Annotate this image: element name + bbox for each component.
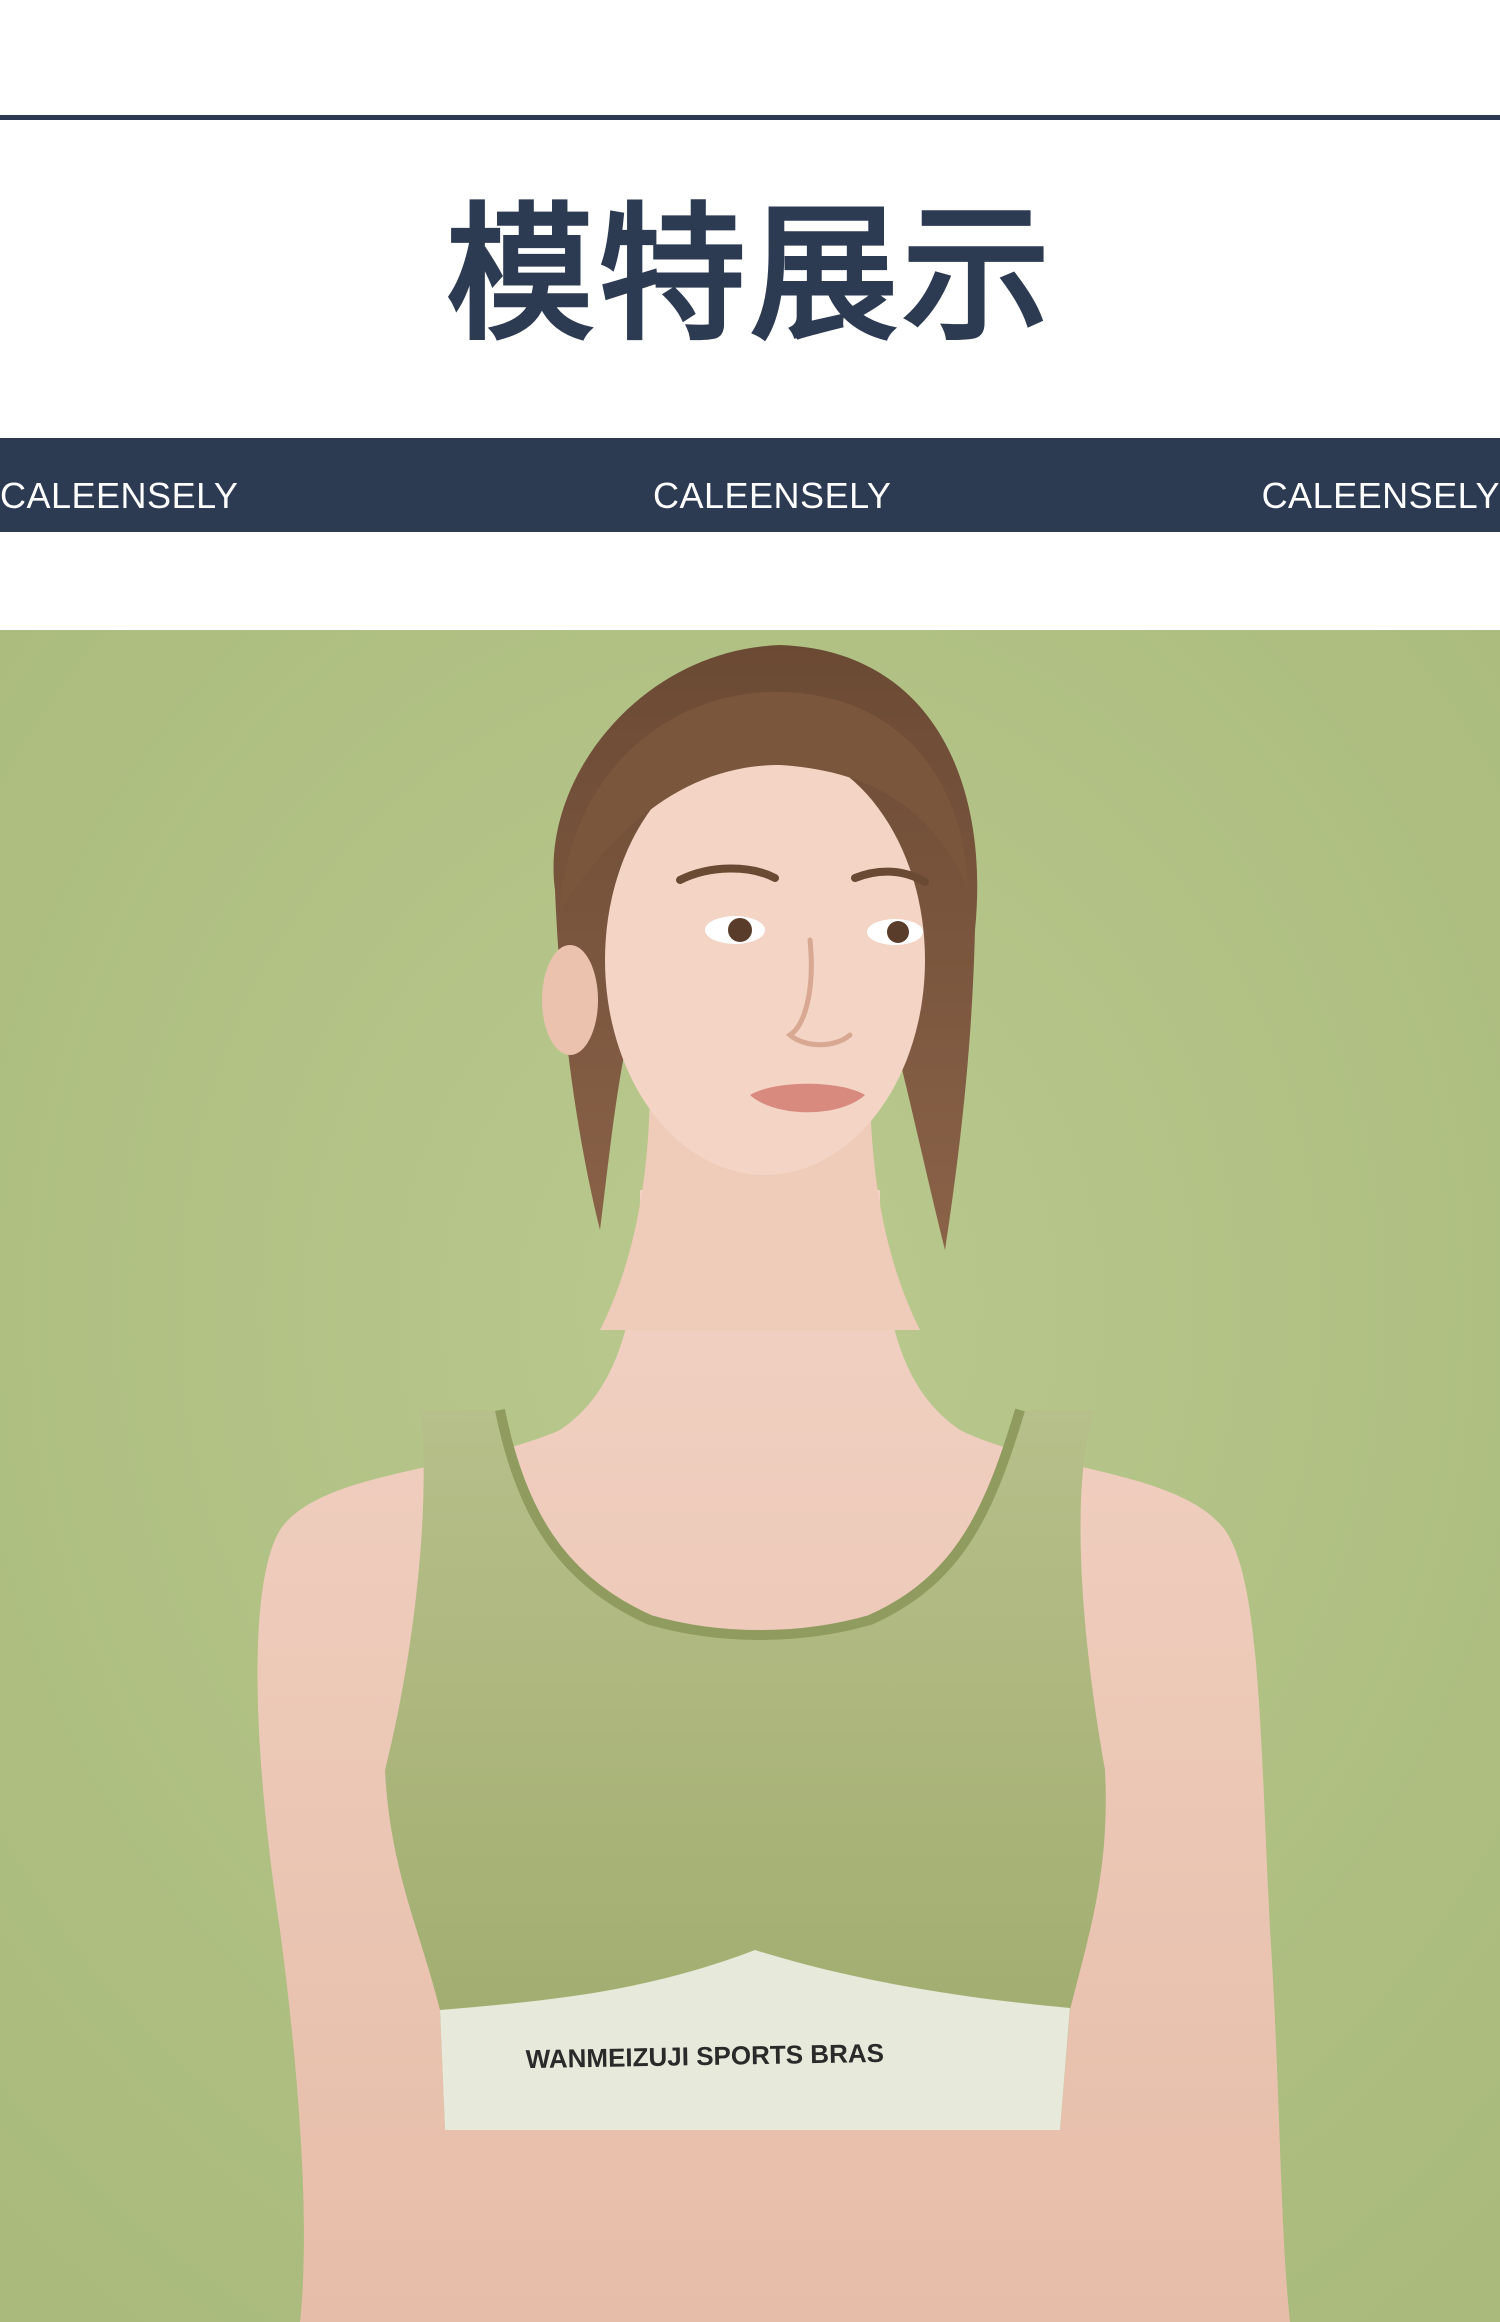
brand-label: CALEENSELY — [1261, 475, 1500, 516]
model-photo: WANMEIZUJI SPORTS BRAS — [0, 630, 1500, 2322]
model-iris-right — [887, 921, 909, 943]
brand-label: CALEENSELY — [0, 475, 239, 516]
section-title: 模特展示 — [446, 189, 1054, 361]
model-illustration: WANMEIZUJI SPORTS BRAS — [0, 630, 1500, 2322]
brand-label: CALEENSELY — [653, 475, 892, 516]
model-iris-left — [728, 918, 752, 942]
bra-print-text: WANMEIZUJI SPORTS BRAS — [525, 2038, 884, 2074]
model-face — [605, 745, 925, 1175]
top-divider-line — [0, 115, 1500, 120]
brand-band: CALEENSELY CALEENSELY CALEENSELY — [0, 438, 1500, 532]
model-ear — [542, 945, 598, 1055]
